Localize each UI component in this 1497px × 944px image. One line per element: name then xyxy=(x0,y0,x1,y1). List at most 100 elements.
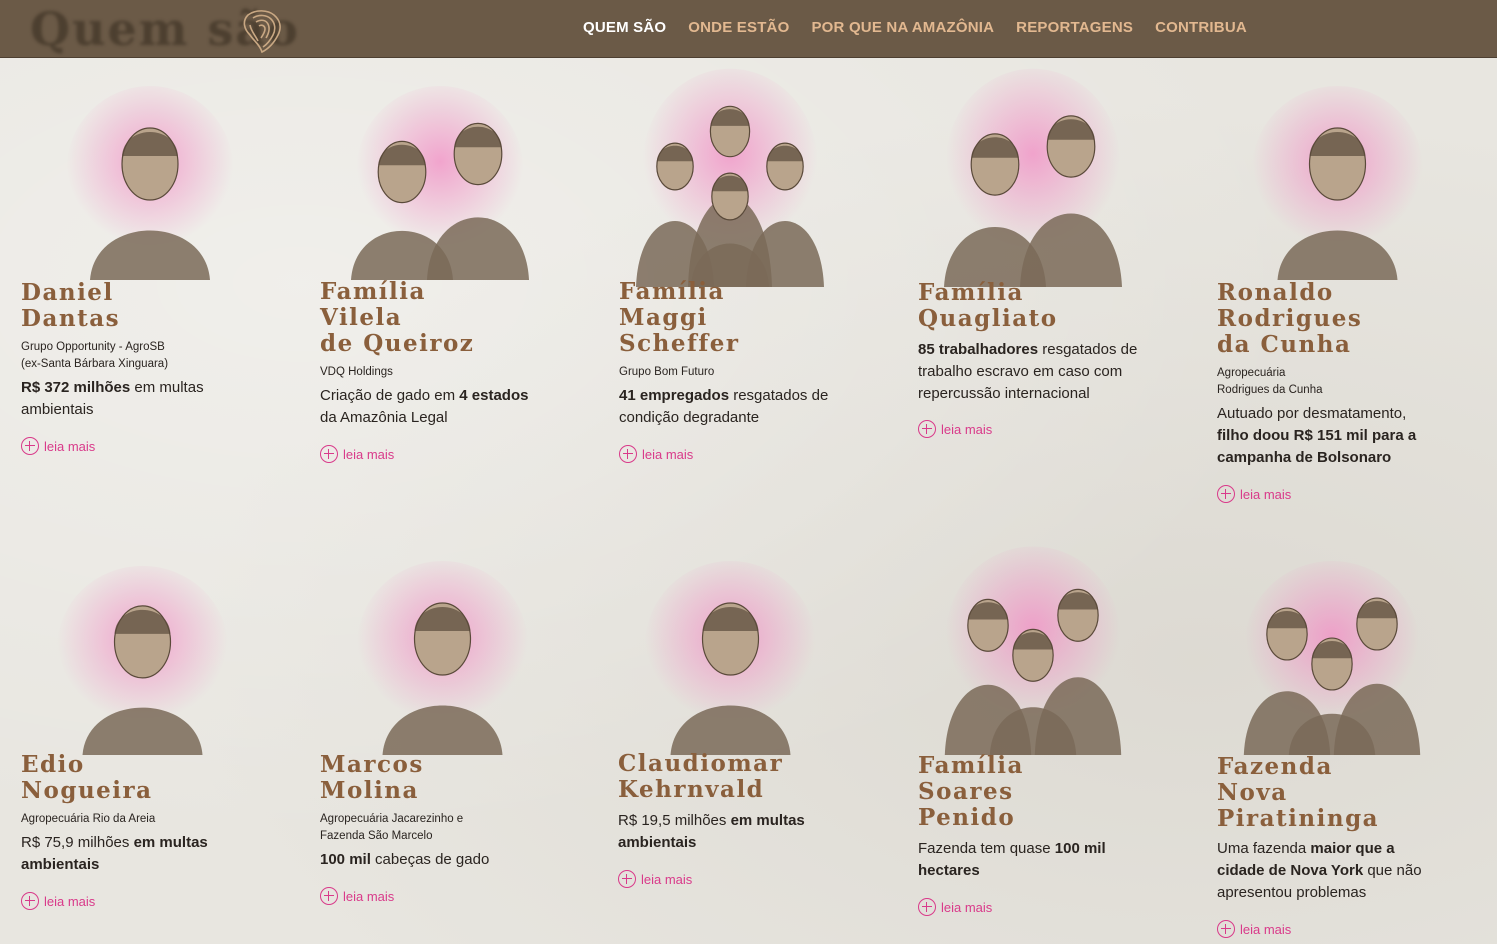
organization-line: Fazenda São Marcelo xyxy=(320,830,433,842)
description: 100 mil cabeças de gado xyxy=(320,849,525,871)
portrait-illustration[interactable] xyxy=(30,560,255,759)
person-name-line: Nogueira xyxy=(21,777,153,804)
person-name-line: Scheffer xyxy=(619,330,740,357)
organization: Agropecuária Rodrigues da Cunha xyxy=(1217,365,1323,399)
person-name: Edio Nogueira xyxy=(21,752,153,804)
read-more-label: leia mais xyxy=(1240,921,1292,937)
plus-circle-icon xyxy=(918,898,936,916)
plus-circle-icon xyxy=(21,892,39,910)
read-more-link[interactable]: leia mais xyxy=(21,892,95,910)
read-more-link[interactable]: leia mais xyxy=(1217,920,1291,938)
description-text: Fazenda tem quase xyxy=(918,840,1055,857)
portrait-illustration[interactable] xyxy=(918,62,1148,291)
menu-contribua[interactable]: CONTRIBUA xyxy=(1155,19,1247,36)
person-name: Família Soares Penido xyxy=(918,753,1024,831)
read-more-link[interactable]: leia mais xyxy=(320,887,394,905)
person-name: Marcos Molina xyxy=(320,752,424,804)
read-more-link[interactable]: leia mais xyxy=(1217,485,1291,503)
portrait-illustration[interactable] xyxy=(330,555,555,759)
plus-circle-icon xyxy=(320,887,338,905)
description-highlight: 85 trabalhadores xyxy=(918,341,1039,358)
read-more-link[interactable]: leia mais xyxy=(21,437,95,455)
organization-line: Grupo Bom Futuro xyxy=(619,366,715,378)
person-name-line: Fazenda xyxy=(1217,753,1333,780)
description: Criação de gado em 4 estados da Amazônia… xyxy=(320,385,545,429)
person-name-line: Família xyxy=(320,278,426,305)
description: Uma fazenda maior que a cidade de Nova Y… xyxy=(1217,838,1437,904)
portrait-illustration[interactable] xyxy=(40,80,260,284)
read-more-label: leia mais xyxy=(941,899,993,915)
description-highlight: 41 empregados xyxy=(619,387,730,404)
read-more-link[interactable]: leia mais xyxy=(618,870,692,888)
description-text: cabeças de gado xyxy=(370,851,490,868)
person-name-line: Kehrnvald xyxy=(618,776,765,803)
organization-line: Agropecuária Jacarezinho e xyxy=(320,813,464,825)
person-name-line: da Cunha xyxy=(1217,331,1352,358)
person-name: Família Maggi Scheffer xyxy=(619,279,740,357)
description-text: Autuado por desmatamento, xyxy=(1217,405,1407,422)
person-name-line: Marcos xyxy=(320,751,424,778)
organization: Agropecuária Rio da Areia xyxy=(21,811,155,828)
organization: Grupo Opportunity - AgroSB (ex-Santa Bárb… xyxy=(21,339,168,373)
menu-quem-sao[interactable]: QUEM SÃO xyxy=(583,19,666,36)
portrait-illustration[interactable] xyxy=(1217,555,1447,759)
person-name-line: Molina xyxy=(320,777,419,804)
organization-line: Rodrigues da Cunha xyxy=(1217,384,1323,396)
menu-por-que-na-amazonia[interactable]: POR QUE NA AMAZÔNIA xyxy=(811,19,994,36)
person-name-line: Família xyxy=(918,752,1024,779)
read-more-label: leia mais xyxy=(44,893,96,909)
person-name-line: Família xyxy=(918,279,1024,306)
read-more-link[interactable]: leia mais xyxy=(320,445,394,463)
plus-circle-icon xyxy=(918,420,936,438)
description-text: R$ 19,5 milhões xyxy=(618,812,731,829)
read-more-link[interactable]: leia mais xyxy=(918,898,992,916)
portrait-illustration[interactable] xyxy=(1225,80,1450,284)
portrait-illustration[interactable] xyxy=(918,540,1148,759)
top-nav: Quem são QUEM SÃO ONDE ESTÃO POR QUE NA … xyxy=(0,0,1497,58)
person-name-line: Maggi xyxy=(619,304,708,331)
plus-circle-icon xyxy=(619,445,637,463)
menu-onde-estao[interactable]: ONDE ESTÃO xyxy=(688,19,789,36)
organization-line: VDQ Holdings xyxy=(320,366,393,378)
description-text: R$ 75,9 milhões xyxy=(21,834,134,851)
person-name-line: Ronaldo xyxy=(1217,279,1334,306)
organization-line: (ex-Santa Bárbara Xinguara) xyxy=(21,358,169,370)
person-name-line: Quagliato xyxy=(918,305,1058,332)
read-more-link[interactable]: leia mais xyxy=(918,420,992,438)
person-name-line: Vilela xyxy=(320,304,403,331)
read-more-link[interactable]: leia mais xyxy=(619,445,693,463)
plus-circle-icon xyxy=(618,870,636,888)
description-highlight: R$ 372 milhões xyxy=(21,379,131,396)
read-more-label: leia mais xyxy=(641,871,693,887)
menu-reportagens[interactable]: REPORTAGENS xyxy=(1016,19,1133,36)
person-name-line: Daniel xyxy=(21,279,114,306)
description: R$ 19,5 milhões em multas ambientais xyxy=(618,810,818,854)
plus-circle-icon xyxy=(21,437,39,455)
person-name: Claudiomar Kehrnvald xyxy=(618,751,783,803)
person-name-line: Soares xyxy=(918,778,1014,805)
read-more-label: leia mais xyxy=(941,421,993,437)
person-name: Fazenda Nova Piratininga xyxy=(1217,754,1379,832)
person-name-line: de Queiroz xyxy=(320,330,475,357)
organization-line: Grupo Opportunity - AgroSB xyxy=(21,341,165,353)
organization: Agropecuária Jacarezinho e Fazenda São Ma… xyxy=(320,811,463,845)
description-text: da Amazônia Legal xyxy=(320,409,448,426)
read-more-label: leia mais xyxy=(642,446,694,462)
person-name-line: Claudiomar xyxy=(618,750,784,777)
portrait-illustration[interactable] xyxy=(615,62,845,291)
portrait-illustration[interactable] xyxy=(330,80,550,284)
person-name-line: Nova xyxy=(1217,779,1288,806)
person-name-line: Rodrigues xyxy=(1217,305,1363,332)
organization-line: Agropecuária xyxy=(1217,367,1286,379)
read-more-label: leia mais xyxy=(44,438,96,454)
organization: VDQ Holdings xyxy=(320,364,393,381)
read-more-label: leia mais xyxy=(343,446,395,462)
person-name-line: Piratininga xyxy=(1217,805,1380,832)
plus-circle-icon xyxy=(1217,920,1235,938)
brazil-map-fingerprint-icon[interactable] xyxy=(234,5,290,55)
description-text: Uma fazenda xyxy=(1217,840,1311,857)
main-menu: QUEM SÃO ONDE ESTÃO POR QUE NA AMAZÔNIA … xyxy=(583,19,1247,36)
person-name: Família Vilela de Queiroz xyxy=(320,279,474,357)
portrait-illustration[interactable] xyxy=(618,555,843,759)
description-highlight: 100 mil xyxy=(320,851,371,868)
